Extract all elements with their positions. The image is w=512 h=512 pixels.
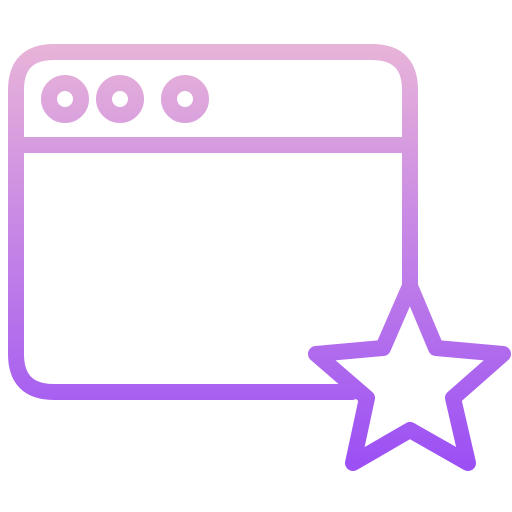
icon-canvas (0, 0, 512, 512)
window-dot-2-icon (96, 75, 144, 123)
window-dot-1-icon (41, 75, 89, 123)
star-icon (308, 278, 511, 471)
window-dot-3-icon (161, 75, 209, 123)
browser-window-star-icon (8, 44, 511, 471)
